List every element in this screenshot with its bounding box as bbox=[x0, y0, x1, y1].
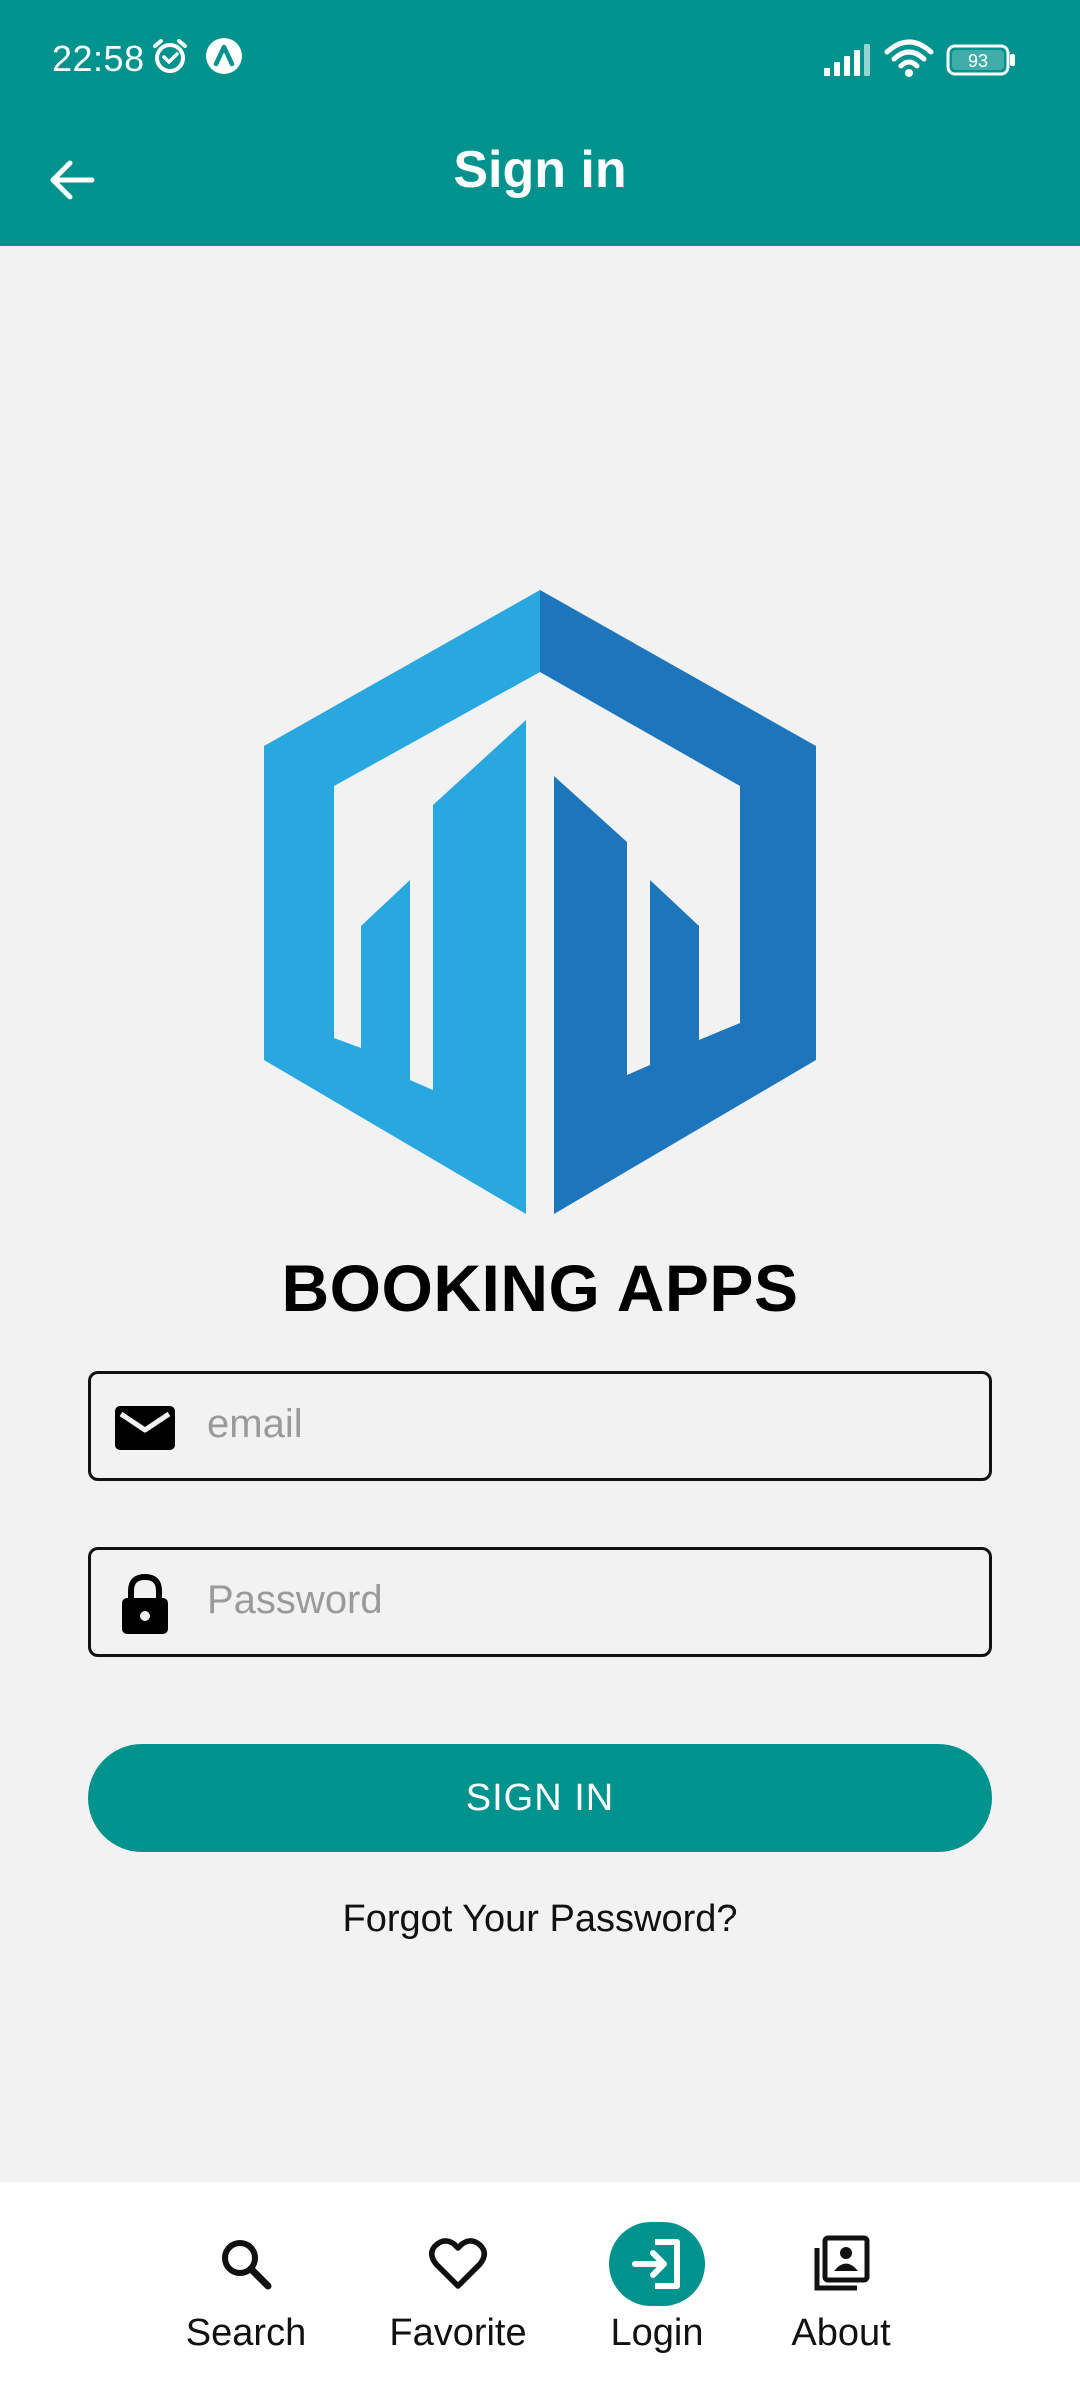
password-placeholder: Password bbox=[207, 1578, 383, 1622]
bottom-navigation: Search Favorite Login About bbox=[0, 2182, 1080, 2400]
battery-icon: 93 bbox=[946, 44, 1018, 81]
header: 22:58 93 Sign in bbox=[0, 0, 1080, 246]
email-field[interactable]: email bbox=[88, 1371, 992, 1481]
nav-label-favorite: Favorite bbox=[389, 2312, 527, 2354]
login-icon bbox=[609, 2222, 705, 2306]
nav-item-login[interactable]: Login bbox=[567, 2182, 747, 2400]
contacts-icon bbox=[793, 2222, 889, 2306]
nav-item-about[interactable]: About bbox=[751, 2182, 931, 2400]
status-bar: 22:58 93 bbox=[0, 0, 1080, 120]
nav-item-favorite[interactable]: Favorite bbox=[368, 2182, 548, 2400]
wifi-icon bbox=[884, 38, 934, 83]
email-placeholder: email bbox=[207, 1402, 303, 1446]
search-icon bbox=[198, 2222, 294, 2306]
nav-label-search: Search bbox=[185, 2312, 307, 2354]
status-time: 22:58 bbox=[52, 38, 145, 79]
page-title: Sign in bbox=[453, 141, 627, 199]
battery-level: 93 bbox=[968, 51, 988, 71]
forgot-password-link[interactable]: Forgot Your Password? bbox=[0, 1898, 1080, 1941]
sign-in-button[interactable]: SIGN IN bbox=[88, 1744, 992, 1852]
alarm-icon bbox=[150, 36, 190, 81]
heart-icon bbox=[410, 2222, 506, 2306]
brand-title: BOOKING APPS bbox=[281, 1251, 799, 1325]
booking-apps-logo bbox=[264, 590, 816, 1214]
app-notification-icon bbox=[204, 36, 244, 81]
nav-label-about: About bbox=[791, 2312, 891, 2354]
app-root: 22:58 93 Sign in BOOKING APPS email Pass… bbox=[0, 0, 1080, 2400]
mail-icon bbox=[115, 1406, 175, 1450]
nav-label-login: Login bbox=[610, 2312, 704, 2354]
nav-item-search[interactable]: Search bbox=[156, 2182, 336, 2400]
signal-icon bbox=[822, 42, 874, 81]
lock-icon bbox=[122, 1573, 168, 1634]
password-field[interactable]: Password bbox=[88, 1547, 992, 1657]
app-bar: Sign in bbox=[0, 120, 1080, 246]
